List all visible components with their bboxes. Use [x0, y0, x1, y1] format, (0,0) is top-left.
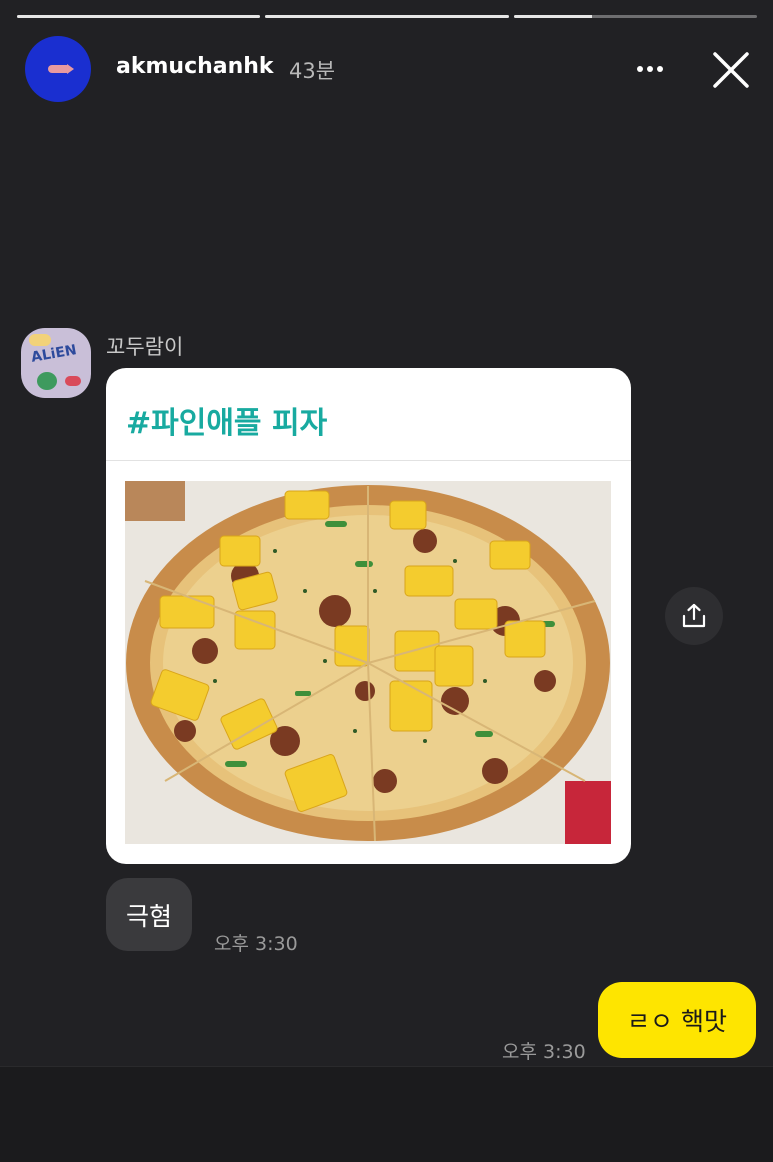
outgoing-message-time: 오후 3:30 — [502, 1041, 586, 1063]
story-progress-segment — [265, 15, 509, 18]
story-avatar[interactable] — [25, 36, 91, 102]
incoming-message-time: 오후 3:30 — [214, 933, 298, 955]
card-hashtag-title[interactable]: #파인애플 피자 — [126, 398, 327, 442]
share-icon[interactable] — [665, 587, 723, 645]
story-timestamp: 43분 — [289, 59, 336, 83]
close-icon[interactable] — [711, 50, 751, 90]
more-horizontal-icon[interactable] — [633, 54, 667, 84]
pizza-photo[interactable] — [125, 481, 611, 844]
sender-avatar[interactable]: ALiEN — [21, 328, 91, 398]
bottom-bar — [0, 1066, 773, 1162]
fish-icon — [48, 64, 74, 74]
story-username[interactable]: akmuchanhk — [116, 54, 274, 79]
hashtag-card[interactable]: #파인애플 피자 — [106, 368, 631, 864]
story-progress-bars — [17, 15, 757, 18]
story-progress-segment — [17, 15, 261, 18]
incoming-message-bubble[interactable]: 극혐 — [106, 878, 193, 951]
card-divider — [106, 460, 631, 461]
outgoing-message-bubble[interactable]: ㄹㅇ 핵맛 — [598, 982, 756, 1058]
story-header: akmuchanhk 43분 — [25, 36, 755, 102]
sender-name: 꼬두람이 — [106, 335, 184, 359]
story-progress-segment — [513, 15, 757, 18]
